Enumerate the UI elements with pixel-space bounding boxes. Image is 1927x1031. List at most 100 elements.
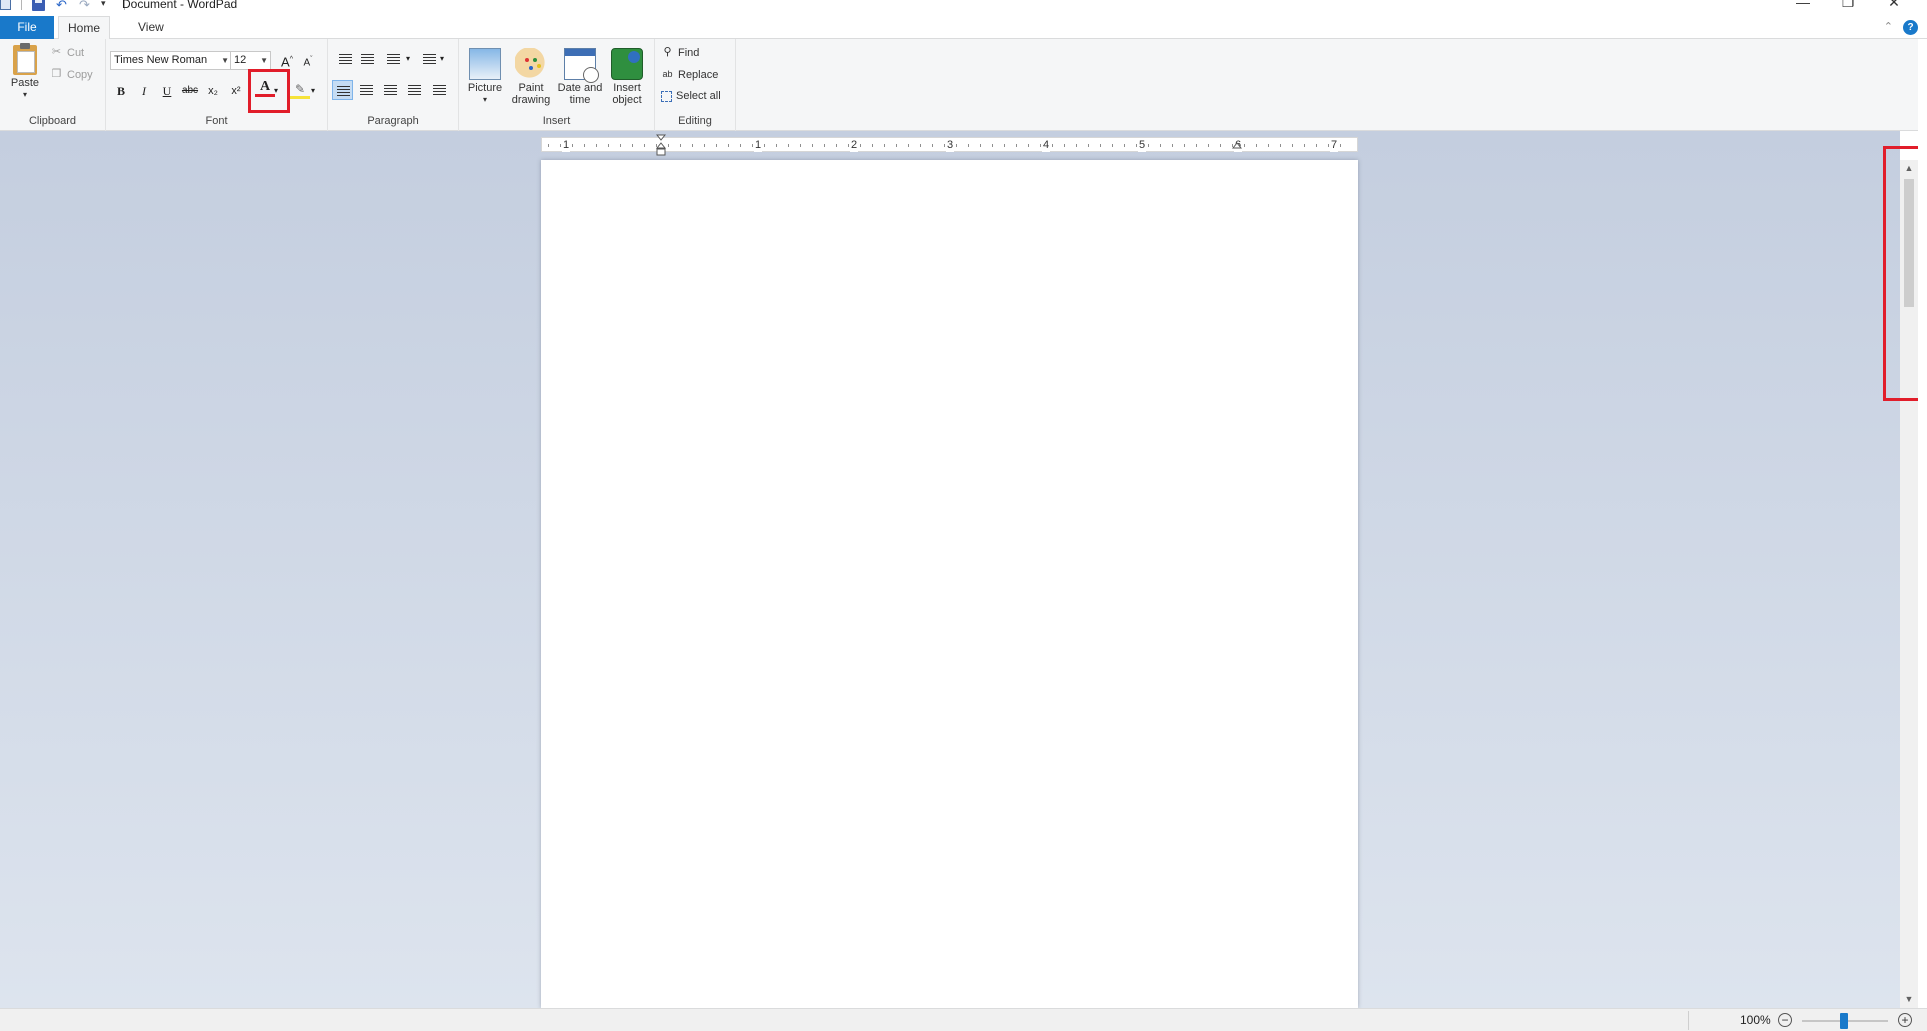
font-family-select[interactable]: Times New Roman ▼ xyxy=(110,51,232,70)
document-page[interactable] xyxy=(541,160,1358,1008)
increase-indent-icon xyxy=(361,54,374,64)
grow-font-button[interactable]: A^ xyxy=(277,50,297,70)
paragraph-group-label: Paragraph xyxy=(367,115,419,127)
insert-object-button[interactable]: Insert object xyxy=(607,48,647,106)
find-button[interactable]: ⚲ Find xyxy=(661,46,699,59)
scissors-icon: ✂ xyxy=(51,46,62,58)
justify-button[interactable] xyxy=(404,80,425,100)
quick-access-toolbar: ↶ ↷ ▾ xyxy=(0,0,125,12)
increase-indent-button[interactable] xyxy=(357,49,378,69)
indent-marker-icon[interactable] xyxy=(656,134,666,156)
undo-icon[interactable]: ↶ xyxy=(55,0,68,11)
minimize-ribbon-icon[interactable]: ⌃ xyxy=(1884,20,1893,33)
editing-group-label: Editing xyxy=(678,115,712,127)
align-center-button[interactable] xyxy=(356,80,377,100)
paragraph-settings-button[interactable] xyxy=(429,80,450,100)
insert-object-label-line2: object xyxy=(612,94,642,106)
ruler-number: 1 xyxy=(562,138,571,152)
font-size-value: 12 xyxy=(234,54,247,66)
close-button[interactable]: ✕ xyxy=(1879,0,1909,11)
date-time-button[interactable]: Date and time xyxy=(555,48,605,106)
superscript-button[interactable]: x² xyxy=(226,81,246,101)
wordpad-app-icon[interactable] xyxy=(0,0,11,10)
window-edge xyxy=(1918,39,1927,1008)
line-spacing-icon xyxy=(423,54,436,64)
status-bar: 100% − + xyxy=(0,1008,1927,1031)
paint-drawing-label-line1: Paint xyxy=(518,82,544,94)
font-size-select[interactable]: 12 ▼ xyxy=(230,51,271,70)
paragraph-group: ▾ ▾ Paragraph xyxy=(328,39,459,131)
bullets-dropdown-icon[interactable]: ▾ xyxy=(403,49,413,69)
clipboard-group-label: Clipboard xyxy=(28,115,77,127)
paste-button[interactable]: Paste ▾ xyxy=(8,43,42,101)
italic-button[interactable]: I xyxy=(134,81,154,101)
grow-font-icon: A xyxy=(281,54,290,70)
ribbon: Paste ▾ ✂ Cut ❐ Copy Clipboard Times New… xyxy=(0,39,1918,131)
ruler-number: 7 xyxy=(1330,138,1339,152)
align-left-icon xyxy=(337,86,350,96)
paint-drawing-label-line2: drawing xyxy=(511,94,551,106)
help-icon[interactable]: ? xyxy=(1903,20,1918,35)
date-time-label-line2: time xyxy=(569,94,591,106)
zoom-slider-thumb[interactable] xyxy=(1840,1013,1848,1029)
minimize-button[interactable]: — xyxy=(1788,0,1818,10)
font-group: Times New Roman ▼ 12 ▼ A^ Aˇ B I U abc x… xyxy=(106,39,328,131)
shrink-font-button[interactable]: Aˇ xyxy=(298,50,318,70)
scroll-down-arrow[interactable]: ▼ xyxy=(1900,991,1918,1008)
ruler-number: 4 xyxy=(1042,138,1051,152)
zoom-level: 100% xyxy=(1740,1013,1771,1027)
paste-icon xyxy=(13,43,37,75)
cut-button[interactable]: ✂ Cut xyxy=(50,46,84,59)
underline-button[interactable]: U xyxy=(157,81,177,101)
align-right-button[interactable] xyxy=(380,80,401,100)
highlighter-button[interactable]: ✎ xyxy=(290,81,310,99)
redo-icon[interactable]: ↷ xyxy=(78,0,91,11)
picture-icon xyxy=(469,48,501,80)
editing-group: ⚲ Find ab Replace Select all Editing xyxy=(655,39,736,131)
insert-group: Picture ▾ Paint drawing Date and time In… xyxy=(459,39,655,131)
highlighter-icon: ✎ xyxy=(294,82,306,96)
restore-button[interactable]: ❐ xyxy=(1833,0,1863,11)
tab-home[interactable]: Home xyxy=(58,16,110,40)
paint-drawing-button[interactable]: Paint drawing xyxy=(509,48,553,106)
select-all-icon xyxy=(661,90,672,102)
highlighter-dropdown-icon[interactable]: ▾ xyxy=(308,81,318,101)
replace-label: Replace xyxy=(678,68,719,81)
save-icon[interactable] xyxy=(32,0,45,11)
zoom-in-button[interactable]: + xyxy=(1898,1013,1912,1027)
ruler-number: 1 xyxy=(754,138,763,152)
replace-icon: ab xyxy=(662,69,673,79)
highlight-box xyxy=(248,69,290,113)
tab-file[interactable]: File xyxy=(0,16,54,39)
copy-label: Copy xyxy=(67,68,93,81)
tab-view[interactable]: View xyxy=(126,16,176,39)
chevron-down-icon: ▼ xyxy=(260,56,268,65)
bullets-button[interactable] xyxy=(383,49,404,69)
qat-separator xyxy=(21,0,22,10)
ruler-number: 3 xyxy=(946,138,955,152)
picture-dropdown-icon[interactable]: ▾ xyxy=(465,94,505,106)
replace-button[interactable]: ab Replace xyxy=(661,68,718,81)
font-group-label: Font xyxy=(205,115,228,127)
title-bar: ↶ ↷ ▾ Document - WordPad — ❐ ✕ xyxy=(0,0,1927,12)
zoom-out-button[interactable]: − xyxy=(1778,1013,1792,1027)
select-all-button[interactable]: Select all xyxy=(661,90,721,102)
customize-qat-icon[interactable]: ▾ xyxy=(101,0,114,11)
picture-button[interactable]: Picture ▾ xyxy=(465,48,505,106)
picture-label: Picture xyxy=(467,82,503,94)
select-all-label: Select all xyxy=(676,90,721,102)
insert-object-label-line1: Insert xyxy=(613,82,641,94)
decrease-indent-icon xyxy=(339,54,352,64)
copy-button[interactable]: ❐ Copy xyxy=(50,68,93,81)
bold-button[interactable]: B xyxy=(111,81,131,101)
status-separator xyxy=(1688,1011,1689,1030)
line-spacing-dropdown-icon[interactable]: ▾ xyxy=(437,49,447,69)
subscript-button[interactable]: x₂ xyxy=(203,81,223,101)
decrease-indent-button[interactable] xyxy=(335,49,356,69)
paste-dropdown-icon[interactable]: ▾ xyxy=(8,89,42,101)
align-left-button[interactable] xyxy=(332,80,353,100)
strikethrough-button[interactable]: abc xyxy=(180,81,200,101)
right-indent-marker-icon[interactable] xyxy=(1232,134,1242,156)
font-family-value: Times New Roman xyxy=(114,54,208,66)
date-time-label-line1: Date and xyxy=(557,82,603,94)
